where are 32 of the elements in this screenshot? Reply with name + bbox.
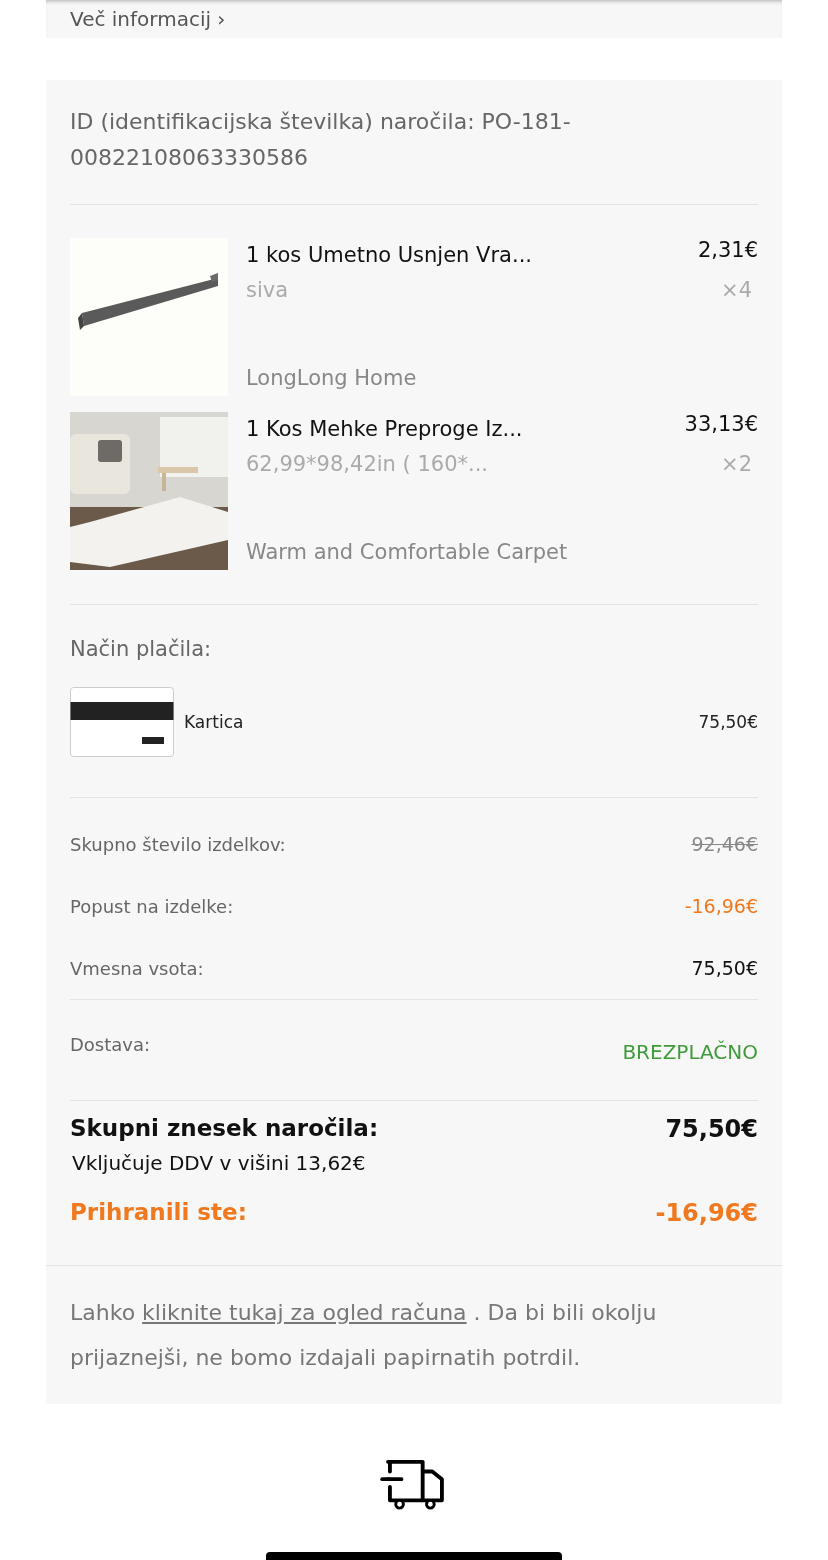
shipping-value: BREZPLAČNO <box>622 1040 758 1064</box>
product-title[interactable]: 1 kos Umetno Usnjen Vra... <box>246 238 532 272</box>
product-variant: siva <box>246 277 289 304</box>
summary-value: 75,50€ <box>691 957 758 979</box>
vat-note: Vključuje DDV v višini 13,62€ <box>71 1150 367 1177</box>
product-quantity: ×4 <box>721 277 753 304</box>
summary-value: -16,96€ <box>684 895 758 917</box>
savings-label: Prihranili ste: <box>70 1199 247 1227</box>
store-name: Warm and Comfortable Carpet <box>246 539 569 566</box>
summary-label: Popust na izdelke: <box>70 895 234 917</box>
card-icon <box>70 687 174 757</box>
summary-label: Skupno število izdelkov: <box>70 833 286 855</box>
total-value: 75,50€ <box>665 1115 758 1143</box>
product-title[interactable]: 1 Kos Mehke Preproge Iz... <box>246 412 523 446</box>
receipt-note: Lahko kliknite tukaj za ogled računa . Da bi bili okolju prijaznejši, ne bomo izdajali papirnatih potrdil. <box>70 1299 658 1372</box>
more-info-link[interactable]: Več informacij › <box>70 6 226 32</box>
total-label: Skupni znesek naročila: <box>70 1115 379 1143</box>
product-price: 33,13€ <box>684 412 758 438</box>
store-name: LongLong Home <box>246 365 418 392</box>
shipping-label: Dostava: <box>70 1034 151 1055</box>
receipt-link[interactable]: kliknite tukaj za ogled računa <box>142 1300 467 1325</box>
payment-label: Način plačila: <box>70 636 213 663</box>
product-quantity: ×2 <box>721 451 753 478</box>
payment-amount: 75,50€ <box>698 712 758 732</box>
product-price: 2,31€ <box>697 238 758 264</box>
payment-method: Kartica <box>184 712 244 732</box>
savings-value: -16,96€ <box>655 1199 758 1227</box>
product-variant: 62,99*98,42in ( 160*... <box>246 451 489 478</box>
home-indicator[interactable] <box>266 1552 562 1560</box>
summary-value: 92,46€ <box>691 833 758 855</box>
summary-label: Vmesna vsota: <box>70 957 204 979</box>
order-id: ID (identifikacijska številka) naročila: PO-181-00822108063330586 <box>70 108 572 172</box>
